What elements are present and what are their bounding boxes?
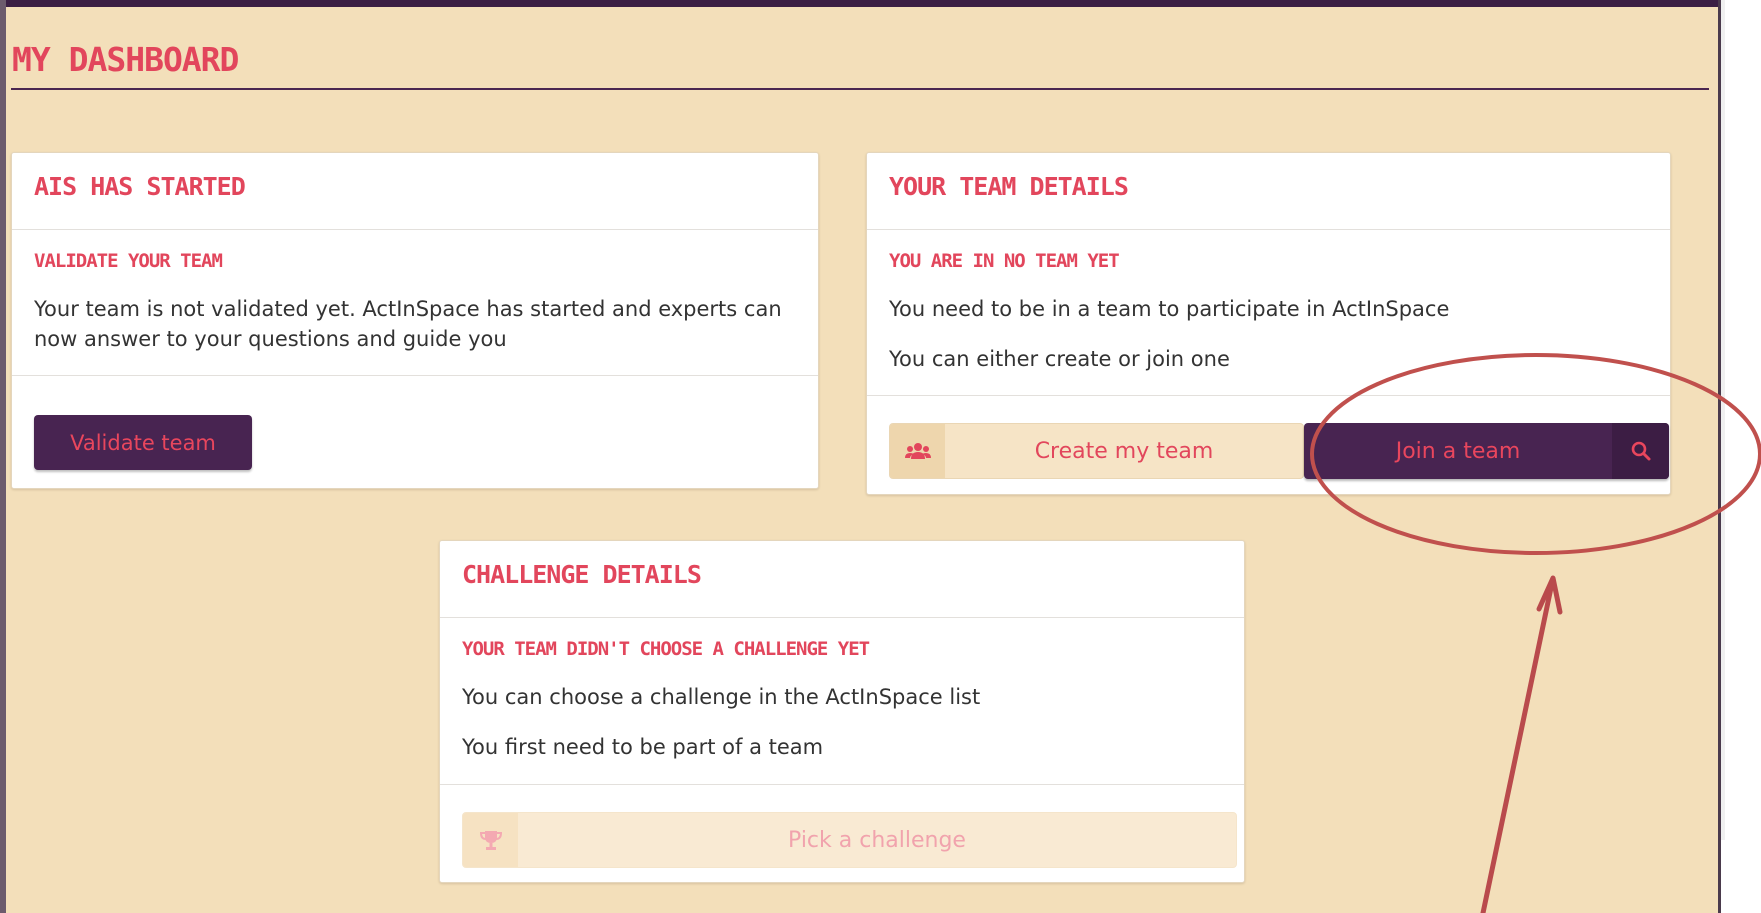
page-title: MY DASHBOARD: [12, 40, 239, 79]
card-divider: [440, 784, 1244, 785]
card-divider: [867, 395, 1670, 396]
card-title: YOUR TEAM DETAILS: [889, 172, 1129, 201]
create-my-team-label: Create my team: [1034, 438, 1214, 464]
card-title: CHALLENGE DETAILS: [462, 560, 702, 589]
card-divider: [12, 375, 818, 376]
create-my-team-button[interactable]: Create my team: [889, 423, 1304, 479]
card-text: Your team is not validated yet. ActInSpa…: [34, 297, 782, 351]
card-header: AIS HAS STARTED: [12, 153, 818, 230]
team-details-card: YOUR TEAM DETAILS YOU ARE IN NO TEAM YET…: [866, 152, 1671, 495]
card-title: AIS HAS STARTED: [34, 172, 246, 201]
top-navbar-edge: [0, 0, 1720, 7]
join-a-team-label: Join a team: [1395, 438, 1521, 464]
card-subtitle: YOU ARE IN NO TEAM YET: [889, 250, 1120, 272]
join-a-team-button[interactable]: Join a team: [1304, 423, 1669, 479]
left-edge: [0, 0, 6, 913]
card-text-team-required: You first need to be part of a team: [462, 735, 824, 759]
card-subtitle: VALIDATE YOUR TEAM: [34, 250, 223, 272]
pick-a-challenge-button: Pick a challenge: [462, 812, 1237, 868]
card-text-participate: You need to be in a team to participate …: [889, 297, 1450, 321]
scrollbar-track[interactable]: [1721, 0, 1725, 840]
challenge-details-card: CHALLENGE DETAILS YOUR TEAM DIDN'T CHOOS…: [439, 540, 1245, 883]
search-icon: [1612, 423, 1669, 479]
trophy-icon: [463, 813, 518, 867]
pick-a-challenge-label: Pick a challenge: [788, 827, 966, 853]
viewport-margin: [1721, 0, 1761, 913]
card-subtitle: YOUR TEAM DIDN'T CHOOSE A CHALLENGE YET: [462, 638, 870, 660]
browser-viewport: MY DASHBOARD AIS HAS STARTED VALIDATE YO…: [0, 0, 1761, 913]
card-header: YOUR TEAM DETAILS: [867, 153, 1670, 230]
card-text-choose: You can choose a challenge in the ActInS…: [462, 685, 981, 709]
ais-started-card: AIS HAS STARTED VALIDATE YOUR TEAM Your …: [11, 152, 819, 489]
card-text-create-or-join: You can either create or join one: [889, 347, 1230, 371]
title-divider: [11, 88, 1709, 90]
validate-team-button[interactable]: Validate team: [34, 415, 252, 470]
users-icon: [890, 424, 945, 478]
card-header: CHALLENGE DETAILS: [440, 541, 1244, 618]
